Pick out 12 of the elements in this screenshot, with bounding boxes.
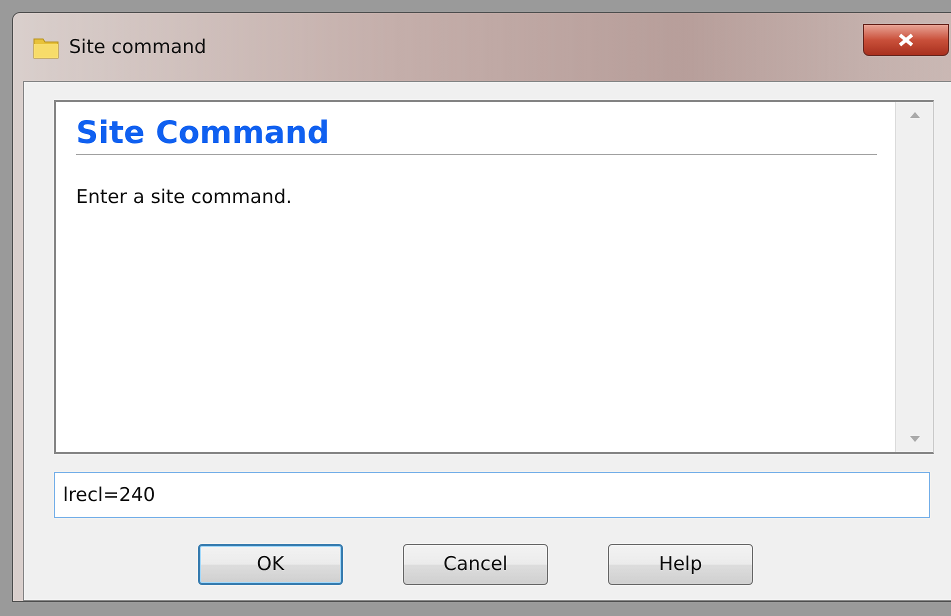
command-field[interactable]: lrecl=240 (54, 472, 930, 518)
close-button[interactable] (863, 24, 949, 56)
panel-heading: Site Command (76, 116, 877, 156)
window-title: Site command (69, 34, 206, 60)
close-icon (897, 33, 915, 47)
panel-text: Enter a site command. (76, 185, 293, 210)
scroll-down-icon[interactable] (910, 436, 920, 442)
dialog-button[interactable]: Help (608, 544, 753, 585)
scrollbar[interactable] (895, 102, 933, 452)
dialog-button[interactable]: Cancel (403, 544, 548, 585)
dialog-button[interactable]: OK (198, 544, 343, 585)
scroll-up-icon[interactable] (910, 112, 920, 118)
